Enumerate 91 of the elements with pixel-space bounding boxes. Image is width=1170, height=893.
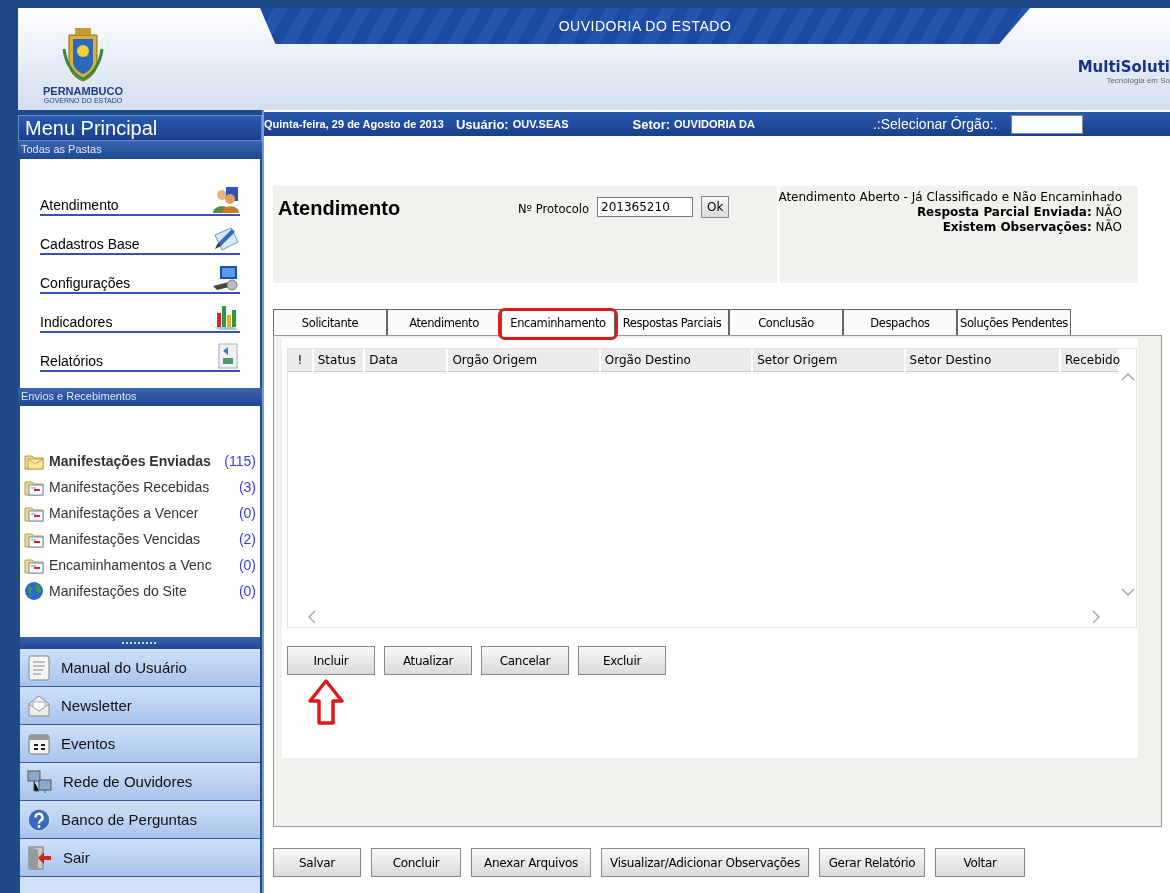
nav-button[interactable]: Rede de Ouvidores <box>20 763 260 801</box>
menu-item[interactable]: Configurações <box>40 255 240 294</box>
fact-label: Existem Observações: <box>942 220 1092 234</box>
mailbox-link[interactable]: Manifestações a Vencer <box>49 505 199 521</box>
menu-item[interactable]: Relatórios <box>40 333 240 372</box>
user-label: Usuário: <box>455 116 509 132</box>
envelope-icon <box>27 693 51 718</box>
bar-chart-icon <box>212 303 240 331</box>
action-button[interactable]: Concluir <box>371 848 461 877</box>
column-header[interactable]: Recebido <box>1061 349 1118 372</box>
action-button[interactable]: Salvar <box>273 848 361 877</box>
tab[interactable]: Soluções Pendentes <box>957 309 1071 335</box>
help-icon <box>27 807 51 832</box>
nav-button[interactable]: Banco de Perguntas <box>20 801 260 839</box>
section-heading: Todas as Pastas <box>18 141 262 159</box>
column-header[interactable]: Data <box>365 349 447 372</box>
menu-item[interactable]: Atendimento <box>40 177 240 216</box>
tab[interactable]: Respostas Parciais <box>615 309 729 335</box>
section-heading: Envios e Recebimentos <box>18 388 262 406</box>
computer-icon <box>212 264 240 292</box>
date-text: Quinta-feira, 29 de Agosto de 2013 <box>264 118 444 130</box>
folder-icon <box>24 452 44 470</box>
protocol-field[interactable]: 201365210 <box>597 197 694 217</box>
mailbox-link[interactable]: Manifestações do Site <box>49 583 187 599</box>
nav-button[interactable]: Newsletter <box>20 687 260 725</box>
menu-title: Menu Principal <box>18 115 262 141</box>
folder-icon <box>24 530 44 548</box>
action-button[interactable]: Visualizar/Adicionar Observações <box>601 848 809 877</box>
folder-icon <box>24 556 44 574</box>
column-header[interactable]: Orgão Origem <box>448 349 599 372</box>
title-banner: OUVIDORIA DO ESTADO <box>260 8 1030 44</box>
exit-door-icon <box>27 845 53 870</box>
ok-button[interactable]: Ok <box>701 196 730 218</box>
menu-item[interactable]: Indicadores <box>40 294 240 333</box>
mailbox-link[interactable]: Manifestações Enviadas <box>49 453 211 469</box>
column-header[interactable]: ! <box>288 349 312 372</box>
user-name: OUV.SEAS <box>512 118 569 130</box>
mailbox-link[interactable]: Manifestações Vencidas <box>49 531 200 547</box>
brand-name: MultiSoluti <box>1077 58 1170 76</box>
scroll-up-icon <box>1121 373 1135 381</box>
count-label: (0) <box>238 505 257 521</box>
action-button[interactable]: Excluir <box>578 646 666 675</box>
tab[interactable]: Atendimento <box>387 309 501 335</box>
menu-item[interactable]: Cadastros Base <box>40 216 240 255</box>
pen-paper-icon <box>212 225 240 253</box>
tab[interactable]: Conclusão <box>729 309 843 335</box>
page-title: Atendimento <box>278 197 402 220</box>
tab[interactable]: Solicitante <box>273 309 387 335</box>
folder-icon <box>24 504 44 522</box>
document-icon <box>27 654 51 681</box>
nav-button[interactable]: Eventos <box>20 725 260 763</box>
folder-icon <box>24 478 44 496</box>
org-select-label: .:Selecionar Órgão:. <box>872 116 998 132</box>
fact-value: NÃO <box>1095 220 1122 234</box>
org-select-field[interactable] <box>1011 114 1084 134</box>
scroll-left-icon <box>308 609 316 624</box>
sector-label: Setor: <box>632 116 671 132</box>
fact-label: Resposta Parcial Enviada: <box>916 205 1092 219</box>
calendar-icon <box>27 731 51 756</box>
count-label: (3) <box>238 479 257 495</box>
count-label: (2) <box>238 531 257 547</box>
action-button[interactable]: Voltar <box>935 848 1025 877</box>
people-icon <box>212 186 240 214</box>
status-text: Atendimento Aberto - Já Classificado e Não Encaminhado <box>778 190 1122 204</box>
column-header[interactable]: Setor Origem <box>753 349 904 372</box>
mailbox-link[interactable]: Manifestações Recebidas <box>49 479 210 495</box>
column-header[interactable]: Setor Destino <box>905 349 1059 372</box>
protocol-label: Nº Protocolo <box>518 202 590 216</box>
count-label: (0) <box>238 583 257 599</box>
count-label: (115) <box>224 453 257 469</box>
report-icon <box>216 342 240 370</box>
column-header[interactable]: Status <box>313 349 364 372</box>
action-button[interactable]: Gerar Relatório <box>819 848 925 877</box>
action-button[interactable]: Incluir <box>287 646 375 675</box>
logo-text: PERNAMBUCO <box>42 85 124 97</box>
nav-button[interactable]: Sair <box>20 839 260 877</box>
scroll-down-icon <box>1121 588 1135 596</box>
globe-icon <box>24 581 44 601</box>
column-header[interactable]: Orgão Destino <box>600 349 752 372</box>
tab[interactable]: Despachos <box>843 309 957 335</box>
nav-button[interactable]: Manual do Usuário <box>20 649 260 687</box>
sector-name: OUVIDORIA DA <box>674 118 755 130</box>
fact-value: NÃO <box>1095 205 1122 219</box>
count-label: (0) <box>238 557 257 573</box>
scroll-right-icon <box>1092 609 1100 624</box>
action-button[interactable]: Anexar Arquivos <box>471 848 591 877</box>
network-icon <box>27 769 53 794</box>
action-button[interactable]: Cancelar <box>481 646 569 675</box>
brand-tagline: Tecnologia em So <box>1106 76 1170 85</box>
action-button[interactable]: Atualizar <box>384 646 472 675</box>
mailbox-link[interactable]: Encaminhamentos a Venc <box>49 557 212 573</box>
